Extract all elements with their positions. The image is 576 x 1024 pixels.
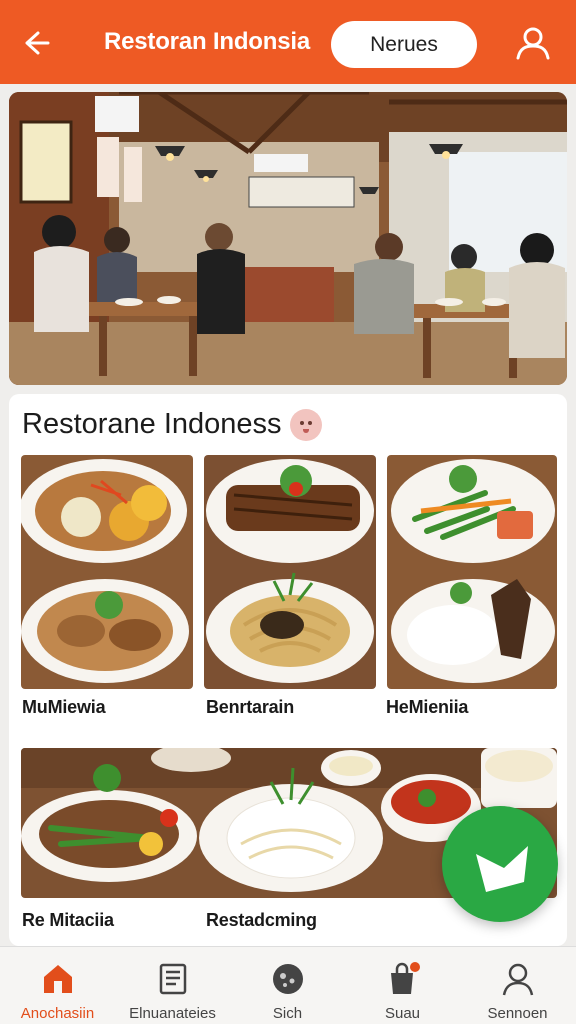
dish-image-1[interactable] bbox=[21, 455, 193, 689]
bottom-navigation: Anochasiin Elnuanateies Sich Suau Sennoe… bbox=[0, 946, 576, 1024]
dish-image-2[interactable] bbox=[204, 455, 376, 689]
nav-label-search: Sich bbox=[272, 1005, 303, 1022]
dish-image-3[interactable] bbox=[387, 455, 557, 689]
nav-item-menu[interactable]: Elnuanateies bbox=[115, 947, 230, 1024]
home-icon bbox=[43, 965, 72, 993]
dish-caption-1[interactable]: MuMiewia bbox=[22, 697, 106, 718]
dish-caption-3[interactable]: HeMieniia bbox=[386, 697, 468, 718]
nav-item-cart[interactable]: Suau bbox=[345, 947, 460, 1024]
menu-button[interactable]: Nerues bbox=[331, 21, 477, 68]
smiling-face-icon bbox=[289, 408, 322, 441]
profile-icon bbox=[502, 963, 533, 996]
user-profile-icon[interactable] bbox=[514, 24, 552, 62]
dish-caption-5[interactable]: Restadcming bbox=[206, 910, 317, 931]
send-check-icon bbox=[476, 846, 528, 892]
nav-item-home[interactable]: Anochasiin bbox=[0, 947, 115, 1024]
dish-caption-2[interactable]: Benrtarain bbox=[206, 697, 294, 718]
nav-label-home: Anochasiin bbox=[20, 1005, 95, 1022]
nav-item-search[interactable]: Sich bbox=[230, 947, 345, 1024]
nav-label-menu: Elnuanateies bbox=[129, 1005, 216, 1022]
menu-book-icon bbox=[159, 963, 186, 995]
dish-caption-4[interactable]: Re Mitaciia bbox=[22, 910, 114, 931]
back-arrow-icon[interactable] bbox=[18, 26, 52, 60]
page-title: Restoran Indonsia bbox=[104, 28, 310, 55]
nav-item-profile[interactable]: Sennoen bbox=[460, 947, 575, 1024]
section-title-text: Restorane Indoness bbox=[22, 408, 282, 440]
restaurant-interior-photo bbox=[9, 92, 567, 385]
nav-label-profile: Sennoen bbox=[487, 1005, 548, 1022]
app-header: Restoran Indonsia Nerues bbox=[0, 0, 576, 84]
shopping-bag-icon bbox=[390, 962, 420, 994]
nav-label-cart: Suau bbox=[384, 1005, 421, 1022]
floating-action-button[interactable] bbox=[442, 806, 558, 922]
section-title: Restorane Indoness bbox=[22, 408, 322, 441]
search-icon bbox=[272, 964, 303, 994]
